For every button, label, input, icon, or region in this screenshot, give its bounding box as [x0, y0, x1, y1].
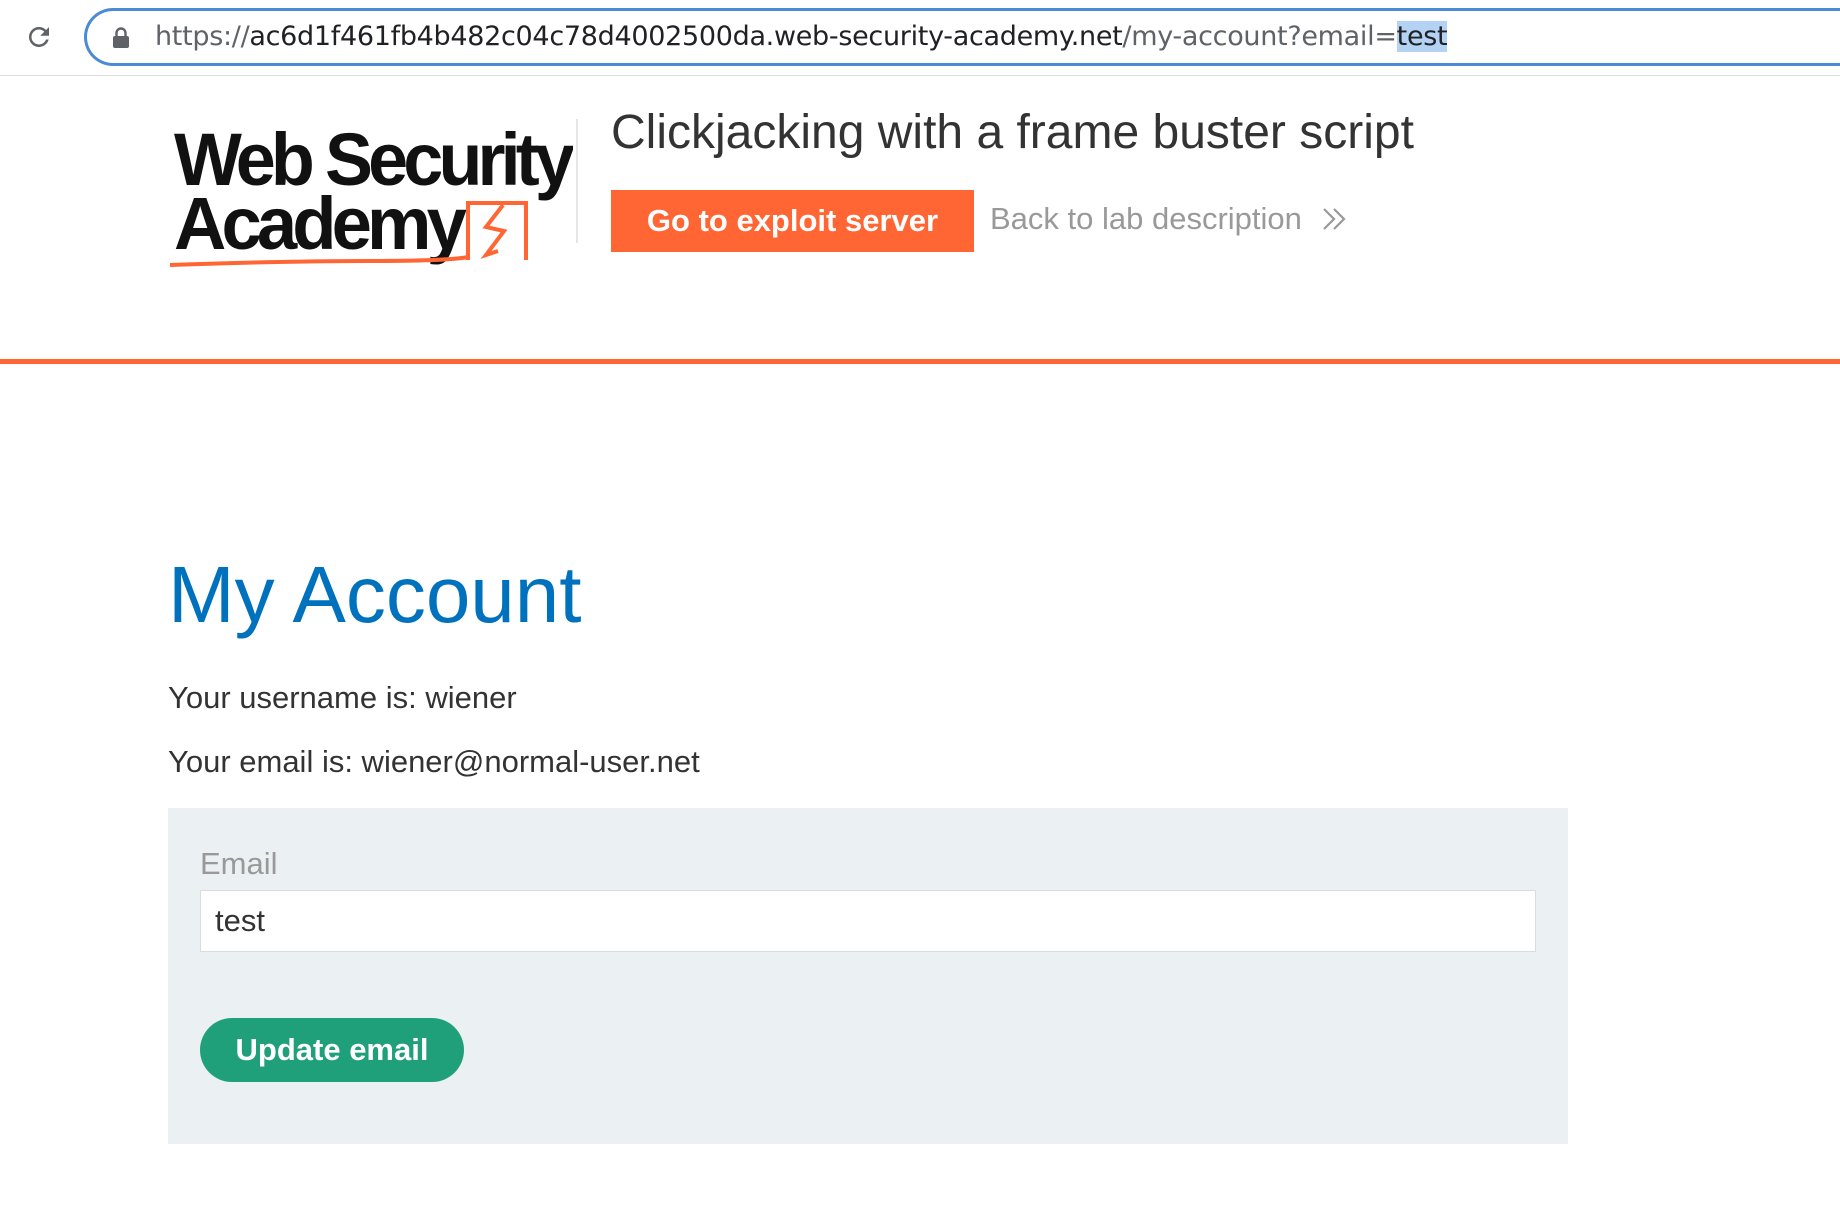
logo-text-line2: Academy: [174, 182, 467, 265]
reload-button[interactable]: [22, 20, 56, 54]
url-selected-text: test: [1396, 21, 1448, 52]
url-scheme: https://: [155, 21, 250, 52]
url-text[interactable]: https://ac6d1f461fb4b482c04c78d4002500da…: [155, 21, 1448, 53]
web-security-academy-logo[interactable]: Web Security Academy: [168, 115, 573, 300]
email-input[interactable]: [200, 890, 1536, 952]
header-orange-divider: [0, 359, 1840, 364]
email-text: Your email is: wiener@normal-user.net: [168, 744, 700, 779]
go-to-exploit-server-button[interactable]: Go to exploit server: [611, 190, 974, 252]
change-email-form: Email Update email: [168, 808, 1568, 1144]
back-link-label: Back to lab description: [990, 201, 1302, 236]
reload-icon: [28, 26, 49, 47]
double-chevron-right-icon: [1323, 208, 1346, 230]
lab-header: Web Security Academy Clickjacking with a…: [0, 77, 1840, 364]
lab-title: Clickjacking with a frame buster script: [611, 106, 1414, 159]
header-divider: [576, 119, 578, 243]
url-host: ac6d1f461fb4b482c04c78d4002500da.web-sec…: [249, 21, 1123, 52]
url-path: /my-account?email=: [1122, 21, 1397, 52]
username-text: Your username is: wiener: [168, 680, 517, 715]
update-email-button[interactable]: Update email: [200, 1018, 464, 1082]
lock-icon[interactable]: [112, 27, 130, 49]
page-title: My Account: [168, 550, 582, 639]
email-label: Email: [200, 846, 278, 881]
back-to-lab-description-link[interactable]: Back to lab description: [990, 201, 1350, 237]
browser-toolbar: https://ac6d1f461fb4b482c04c78d4002500da…: [0, 0, 1840, 76]
lightning-box-icon: [466, 201, 528, 260]
address-bar[interactable]: https://ac6d1f461fb4b482c04c78d4002500da…: [84, 8, 1840, 66]
